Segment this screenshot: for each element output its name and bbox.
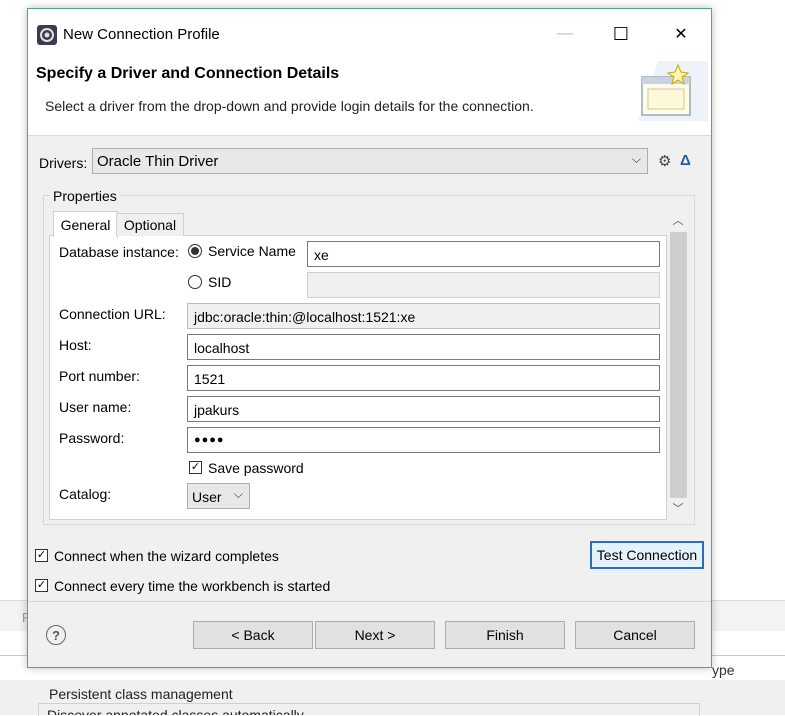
- sid-label: SID: [208, 274, 232, 290]
- cancel-button[interactable]: Cancel: [575, 621, 695, 649]
- connect-when-wizard-completes-checkbox[interactable]: ✓: [35, 549, 48, 562]
- finish-button[interactable]: Finish: [445, 621, 565, 649]
- service-name-radio[interactable]: [188, 244, 202, 258]
- wizard-description: Select a driver from the drop-down and p…: [45, 98, 534, 114]
- service-name-label: Service Name: [208, 243, 296, 259]
- database-instance-label: Database instance:: [59, 244, 179, 260]
- background-type-label: ype: [712, 662, 735, 678]
- connection-url-field[interactable]: jdbc:oracle:thin:@localhost:1521:xe: [187, 303, 660, 329]
- password-label: Password:: [59, 430, 125, 446]
- close-button[interactable]: ✕: [658, 19, 704, 49]
- chevron-down-icon: ⌵: [233, 487, 243, 501]
- scroll-down-icon[interactable]: ﹀: [668, 499, 688, 517]
- host-input[interactable]: localhost: [187, 334, 660, 360]
- footer-separator: [28, 601, 711, 602]
- user-name-label: User name:: [59, 399, 132, 415]
- host-label: Host:: [59, 337, 92, 353]
- catalog-dropdown[interactable]: User ⌵: [187, 483, 250, 509]
- drivers-dropdown[interactable]: Oracle Thin Driver ⌵: [92, 148, 648, 174]
- minimize-button[interactable]: —: [542, 19, 588, 49]
- help-icon[interactable]: ?: [46, 625, 66, 645]
- connect-on-startup-checkbox[interactable]: ✓: [35, 579, 48, 592]
- connect-when-wizard-completes-label: Connect when the wizard completes: [54, 548, 279, 564]
- background-persistent-label: Persistent class management: [47, 686, 235, 702]
- scroll-up-icon[interactable]: ︿: [668, 211, 688, 229]
- next-button[interactable]: Next >: [315, 621, 435, 649]
- test-connection-button[interactable]: Test Connection: [590, 541, 704, 569]
- drivers-label: Drivers:: [39, 155, 88, 171]
- save-password-checkbox[interactable]: ✓: [189, 461, 202, 474]
- drivers-selected-value: Oracle Thin Driver: [97, 153, 219, 170]
- user-name-input[interactable]: jpakurs: [187, 396, 660, 422]
- edit-driver-icon[interactable]: Δ: [680, 152, 691, 169]
- dialog-title: New Connection Profile: [63, 26, 220, 43]
- port-number-label: Port number:: [59, 368, 140, 384]
- chevron-down-icon: ⌵: [631, 152, 641, 166]
- catalog-label: Catalog:: [59, 486, 112, 502]
- save-password-label: Save password: [208, 460, 304, 476]
- tab-general[interactable]: General: [53, 211, 118, 238]
- radio-selected-dot: [191, 247, 199, 255]
- wizard-banner-icon: [638, 61, 708, 121]
- back-button[interactable]: < Back: [193, 621, 313, 649]
- scrollbar-thumb[interactable]: [670, 232, 687, 498]
- new-driver-icon[interactable]: ⚙: [658, 152, 671, 170]
- sid-radio[interactable]: [188, 275, 202, 289]
- wizard-title: Specify a Driver and Connection Details: [36, 65, 340, 82]
- connect-on-startup-label: Connect every time the workbench is star…: [54, 578, 331, 594]
- maximize-button[interactable]: ☐: [598, 19, 644, 49]
- tab-optional[interactable]: Optional: [116, 213, 184, 236]
- service-name-input[interactable]: xe: [307, 241, 660, 267]
- password-input[interactable]: ●●●●: [187, 427, 660, 453]
- properties-group-title: Properties: [50, 188, 120, 204]
- port-number-input[interactable]: 1521: [187, 365, 660, 391]
- eclipse-app-icon: [37, 25, 57, 45]
- new-connection-profile-dialog: New Connection Profile — ☐ ✕ Specify a D…: [27, 8, 712, 668]
- connection-url-label: Connection URL:: [59, 306, 166, 322]
- sid-input[interactable]: [307, 272, 660, 298]
- background-cut-text: Discover annotated classes automatically: [47, 707, 304, 715]
- catalog-selected-value: User: [192, 489, 222, 505]
